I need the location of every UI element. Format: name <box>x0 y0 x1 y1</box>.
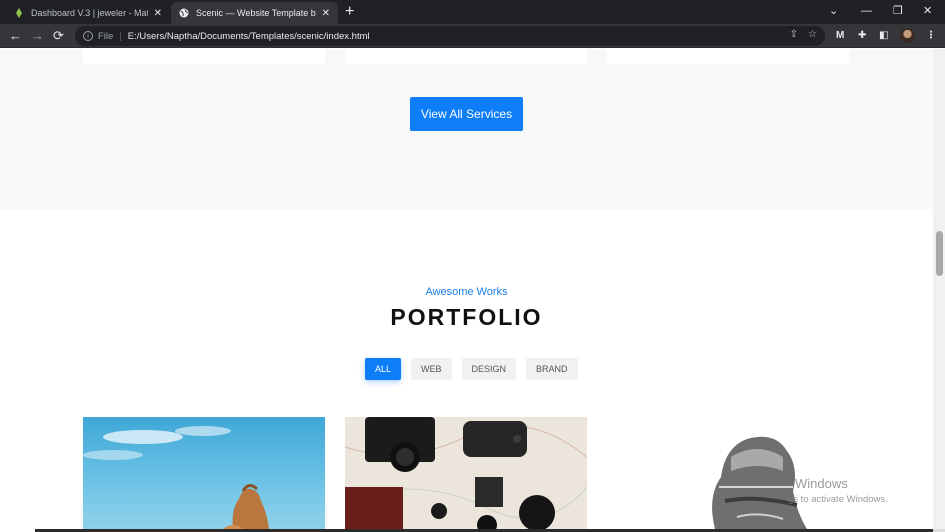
close-icon[interactable]: ✕ <box>154 8 162 19</box>
service-card <box>607 49 849 64</box>
url-scheme: File <box>98 30 114 42</box>
service-card <box>83 49 325 64</box>
tab-scenic[interactable]: Scenic — Website Template by C ✕ <box>171 2 338 24</box>
restore-icon[interactable]: ❐ <box>893 3 903 19</box>
filter-web-button[interactable]: WEB <box>411 358 452 380</box>
window-close-icon[interactable]: ✕ <box>923 3 932 19</box>
omnibox-actions: ⇪ ☆ <box>790 29 817 40</box>
browser-toolbar: ← → ⟳ i File | E:/Users/Naptha/Documents… <box>0 24 945 48</box>
page-viewport: View All Services Awesome Works PORTFOLI… <box>0 49 933 529</box>
filter-design-button[interactable]: DESIGN <box>461 358 517 380</box>
bookmark-star-icon[interactable]: ☆ <box>808 29 817 40</box>
activate-windows-subtitle: gs to activate Windows. <box>788 494 888 505</box>
new-tab-icon[interactable]: + <box>345 3 354 21</box>
browser-tab-strip: Dashboard V.3 | jeweler - Materi ✕ Sceni… <box>0 0 945 24</box>
url-text[interactable]: E:/Users/Naptha/Documents/Templates/scen… <box>128 31 370 42</box>
side-panel-icon[interactable]: ◧ <box>879 29 888 43</box>
dashboard-favicon-icon <box>14 8 24 18</box>
extension-m-icon[interactable]: M <box>836 29 844 43</box>
address-bar[interactable]: i File | E:/Users/Naptha/Documents/Templ… <box>75 26 825 46</box>
extensions-puzzle-icon[interactable]: ✚ <box>858 29 866 43</box>
url-separator: | <box>119 30 122 42</box>
portfolio-image-camera-flatlay[interactable] <box>345 417 587 529</box>
close-icon[interactable]: ✕ <box>322 8 330 19</box>
service-card <box>345 49 587 64</box>
tab-title: Dashboard V.3 | jeweler - Materi <box>31 8 148 18</box>
portfolio-title: PORTFOLIO <box>390 304 543 330</box>
profile-avatar[interactable] <box>900 28 915 43</box>
tab-title: Scenic — Website Template by C <box>196 8 316 18</box>
info-icon[interactable]: i <box>83 31 93 41</box>
share-icon[interactable]: ⇪ <box>790 29 798 40</box>
forward-arrow-icon[interactable]: → <box>31 28 44 44</box>
view-all-services-button[interactable]: View All Services <box>410 97 523 131</box>
filter-all-button[interactable]: ALL <box>365 358 402 380</box>
browser-menu-icon[interactable]: ⋮ <box>926 29 936 43</box>
portfolio-image-camel[interactable] <box>83 417 325 529</box>
scrollbar-thumb[interactable] <box>936 231 943 276</box>
reload-icon[interactable]: ⟳ <box>53 28 64 44</box>
minimize-icon[interactable]: — <box>861 3 872 19</box>
tab-search-chevron-icon[interactable]: ⌄ <box>829 3 838 19</box>
page-scrollbar[interactable] <box>933 49 945 529</box>
globe-icon <box>179 8 189 18</box>
portfolio-filters: ALL WEB DESIGN BRAND <box>365 358 578 380</box>
back-arrow-icon[interactable]: ← <box>9 28 22 44</box>
portfolio-subtitle: Awesome Works <box>425 286 508 298</box>
filter-brand-button[interactable]: BRAND <box>526 358 578 380</box>
tab-dashboard[interactable]: Dashboard V.3 | jeweler - Materi ✕ <box>6 2 170 24</box>
services-section: View All Services <box>0 49 933 209</box>
activate-windows-title: Windows <box>795 476 848 491</box>
portfolio-image-double-exposure[interactable] <box>607 417 849 529</box>
